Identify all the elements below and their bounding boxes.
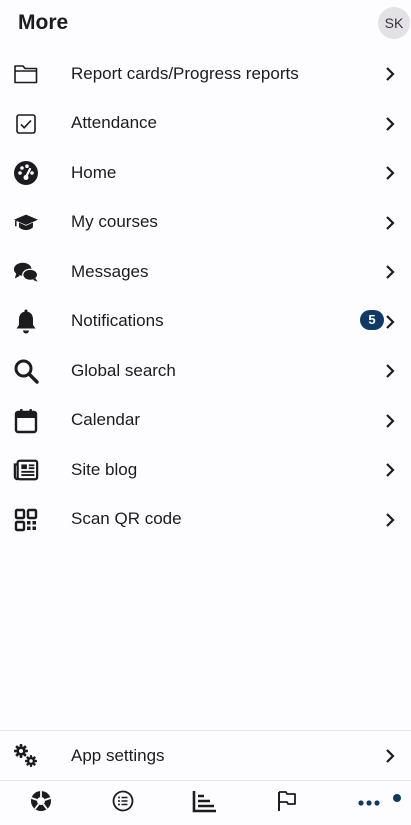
menu-item-label: Scan QR code [71,509,182,529]
menu-item-notifications[interactable]: Notifications 5 [0,297,411,347]
nav-tab-site-home[interactable] [0,781,82,825]
more-dots-icon [357,794,381,812]
menu-item-label: Home [71,162,117,182]
menu-item-label: Global search [71,360,176,380]
nav-tab-flag[interactable] [246,781,328,825]
chevron-right-icon [380,510,400,530]
menu-item-my-courses[interactable]: My courses [0,198,411,248]
page-title: More [18,11,69,34]
list-icon [112,790,134,817]
chevron-right-icon [380,361,400,381]
chevron-right-icon [380,163,400,183]
bell-icon [13,309,39,335]
app-header: More SK [0,0,411,48]
gears-icon [13,743,39,769]
calendar-icon [13,408,39,434]
nav-tab-more[interactable] [328,781,410,825]
menu-item-label: Report cards/Progress reports [71,63,299,83]
menu-item-report-cards[interactable]: Report cards/Progress reports [0,49,411,99]
chevron-right-icon [380,411,400,431]
chevron-right-icon [380,460,400,480]
menu-item-attendance[interactable]: Attendance [0,99,411,149]
menu-item-label: Messages [71,261,149,281]
menu-item-calendar[interactable]: Calendar [0,396,411,446]
menu-item-home[interactable]: Home [0,148,411,198]
menu-item-messages[interactable]: Messages [0,247,411,297]
more-menu: Report cards/Progress reports Attendance… [0,49,411,544]
nav-tab-grades[interactable] [164,781,246,825]
flag-icon [276,789,298,818]
menu-item-label: Calendar [71,410,140,430]
menu-item-label: App settings [71,745,165,765]
bottom-navigation [0,780,411,825]
menu-item-app-settings[interactable]: App settings [0,731,411,781]
nav-tab-list[interactable] [82,781,164,825]
menu-item-label: My courses [71,212,158,232]
menu-item-label: Notifications [71,311,164,331]
chevron-right-icon [380,64,400,84]
active-indicator-dot [393,794,401,802]
bar-chart-icon [192,789,218,818]
menu-item-scan-qr-code[interactable]: Scan QR code [0,495,411,545]
checkbox-icon [13,111,39,137]
menu-item-site-blog[interactable]: Site blog [0,445,411,495]
menu-item-global-search[interactable]: Global search [0,346,411,396]
graduation-cap-icon [13,210,39,236]
chat-bubbles-icon [13,259,39,285]
chevron-right-icon [380,312,400,332]
user-avatar[interactable]: SK [378,7,410,39]
aperture-icon [29,789,53,818]
chevron-right-icon [380,213,400,233]
menu-item-label: Attendance [71,113,158,133]
chevron-right-icon [380,262,400,282]
chevron-right-icon [380,114,400,134]
qr-code-icon [13,507,39,533]
folder-icon [13,61,39,87]
newspaper-icon [13,457,39,483]
dashboard-icon [13,160,39,186]
chevron-right-icon [380,746,400,766]
app-settings-section: App settings [0,730,411,781]
menu-item-label: Site blog [71,459,138,479]
search-icon [13,358,39,384]
